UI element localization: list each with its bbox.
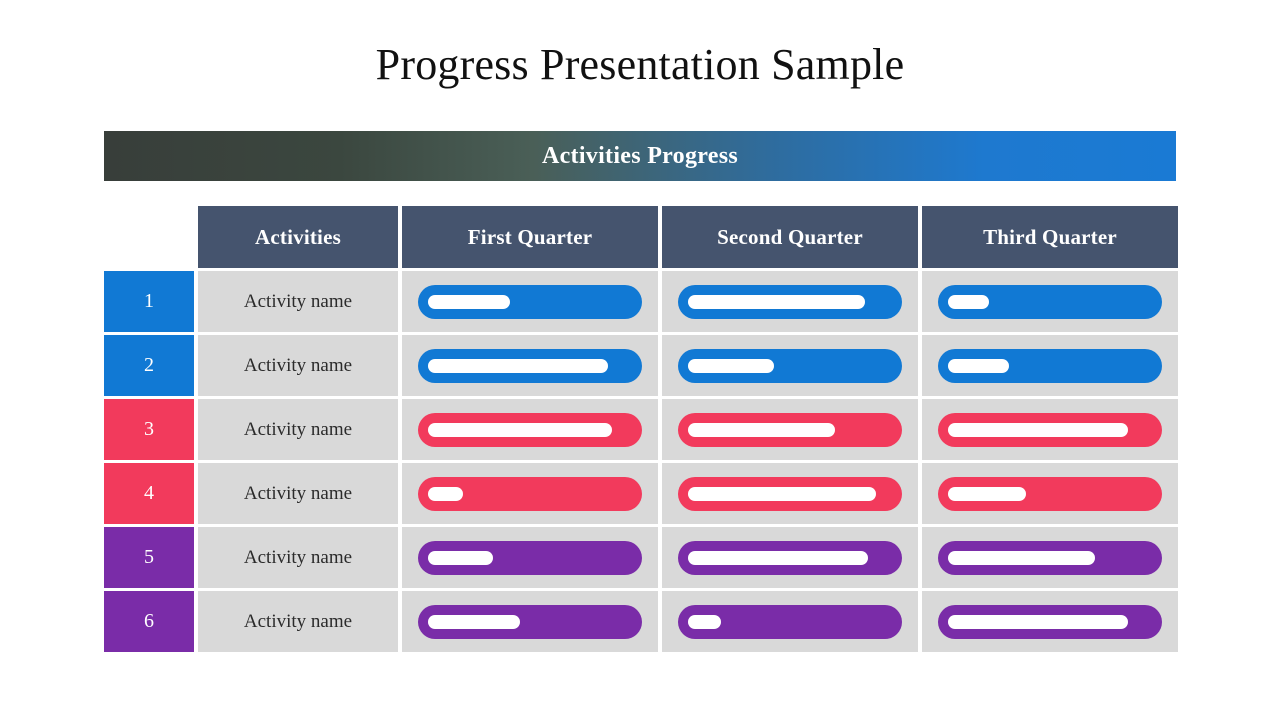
table-header-row: Activities First Quarter Second Quarter … (104, 206, 1180, 268)
progress-bar-indicator (428, 358, 608, 373)
progress-bar (678, 540, 902, 575)
table-row: 4 Activity name (104, 463, 1180, 524)
header-spacer (104, 206, 194, 268)
activity-name-cell: Activity name (198, 335, 398, 396)
progress-bar (938, 540, 1162, 575)
progress-bar-indicator (688, 422, 835, 437)
progress-bar (418, 412, 642, 447)
progress-bar (678, 412, 902, 447)
activities-progress-banner: Activities Progress (104, 131, 1176, 181)
slide: Progress Presentation Sample Activities … (0, 0, 1280, 720)
progress-cell (402, 527, 658, 588)
progress-bar-indicator (688, 358, 774, 373)
row-number-cell: 4 (104, 463, 194, 524)
progress-bar (418, 476, 642, 511)
column-header-third-quarter: Third Quarter (922, 206, 1178, 268)
activity-name-cell: Activity name (198, 399, 398, 460)
progress-bar (678, 604, 902, 639)
progress-cell (922, 335, 1178, 396)
row-number-cell: 2 (104, 335, 194, 396)
progress-bar-indicator (688, 486, 876, 501)
row-number-cell: 3 (104, 399, 194, 460)
progress-cell (922, 271, 1178, 332)
progress-bar (678, 348, 902, 383)
row-number-cell: 6 (104, 591, 194, 652)
progress-cell (922, 591, 1178, 652)
progress-cell (922, 399, 1178, 460)
activity-name-cell: Activity name (198, 591, 398, 652)
progress-bar-indicator (428, 486, 463, 501)
progress-bar-indicator (428, 294, 510, 309)
progress-bar-indicator (428, 550, 494, 565)
row-number-cell: 1 (104, 271, 194, 332)
activity-name-cell: Activity name (198, 271, 398, 332)
progress-cell (402, 335, 658, 396)
progress-bar-indicator (948, 550, 1095, 565)
column-header-first-quarter: First Quarter (402, 206, 658, 268)
progress-cell (402, 271, 658, 332)
progress-bar (678, 284, 902, 319)
activities-progress-table: Activities First Quarter Second Quarter … (104, 206, 1180, 652)
progress-cell (402, 463, 658, 524)
progress-cell (662, 271, 918, 332)
table-row: 2 Activity name (104, 335, 1180, 396)
activity-name-cell: Activity name (198, 527, 398, 588)
table-body: 1 Activity name 2 Activity name 3 Activity na… (104, 271, 1180, 652)
banner-label: Activities Progress (541, 142, 739, 169)
progress-cell (922, 463, 1178, 524)
table-row: 1 Activity name (104, 271, 1180, 332)
progress-bar-indicator (948, 294, 989, 309)
progress-cell (662, 591, 918, 652)
progress-bar-indicator (948, 422, 1128, 437)
progress-bar (678, 476, 902, 511)
progress-bar-indicator (688, 294, 866, 309)
progress-cell (402, 591, 658, 652)
activity-name-cell: Activity name (198, 463, 398, 524)
table-row: 6 Activity name (104, 591, 1180, 652)
page-title: Progress Presentation Sample (375, 40, 905, 89)
progress-bar-indicator (688, 614, 721, 629)
progress-cell (662, 463, 918, 524)
column-header-second-quarter: Second Quarter (662, 206, 918, 268)
progress-bar-indicator (428, 614, 520, 629)
progress-bar (418, 284, 642, 319)
progress-bar (938, 284, 1162, 319)
progress-bar-indicator (948, 358, 1010, 373)
row-number-cell: 5 (104, 527, 194, 588)
progress-bar (418, 604, 642, 639)
progress-bar (418, 348, 642, 383)
progress-bar-indicator (428, 422, 612, 437)
progress-cell (662, 399, 918, 460)
table-row: 5 Activity name (104, 527, 1180, 588)
progress-bar (938, 348, 1162, 383)
progress-cell (402, 399, 658, 460)
progress-bar-indicator (688, 550, 868, 565)
column-header-activities: Activities (198, 206, 398, 268)
progress-cell (922, 527, 1178, 588)
progress-bar-indicator (948, 614, 1128, 629)
progress-cell (662, 527, 918, 588)
progress-bar (938, 412, 1162, 447)
progress-cell (662, 335, 918, 396)
progress-bar (938, 604, 1162, 639)
progress-bar (418, 540, 642, 575)
progress-bar-indicator (948, 486, 1026, 501)
table-row: 3 Activity name (104, 399, 1180, 460)
progress-bar (938, 476, 1162, 511)
